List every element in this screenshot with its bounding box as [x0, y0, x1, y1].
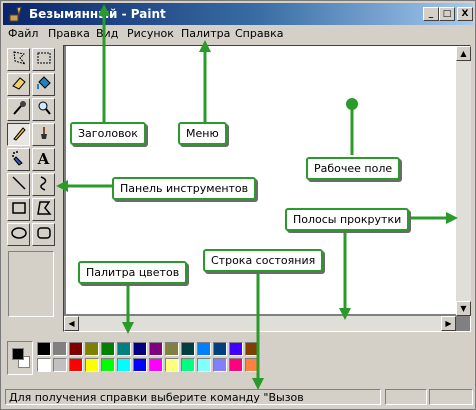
current-colors[interactable] [7, 341, 33, 375]
palette-swatch[interactable] [101, 342, 115, 356]
palette-swatch[interactable] [69, 358, 83, 372]
palette-swatch[interactable] [37, 342, 51, 356]
scroll-left-button[interactable]: ◀ [64, 316, 79, 331]
rectangle-icon [11, 202, 26, 214]
curve-tool[interactable] [32, 173, 55, 196]
ellipse-tool[interactable] [7, 223, 30, 246]
callout-statusbar: Строка состояния [203, 249, 324, 272]
foreground-color[interactable] [12, 348, 24, 360]
palette-swatch[interactable] [37, 358, 51, 372]
status-bar: Для получения справки выберите команду "… [3, 387, 473, 407]
ellipse-icon [10, 227, 27, 239]
palette-swatch[interactable] [85, 342, 99, 356]
polygon-tool[interactable] [32, 198, 55, 221]
palette-swatch[interactable] [245, 358, 259, 372]
palette-swatch[interactable] [117, 342, 131, 356]
rectangle-tool[interactable] [7, 198, 30, 221]
scroll-up-button[interactable]: ▲ [456, 46, 471, 61]
free-select-tool[interactable] [7, 48, 30, 71]
eraser-icon [11, 77, 26, 90]
close-button[interactable]: X [457, 7, 473, 21]
palette-swatch[interactable] [133, 358, 147, 372]
callout-toolbox: Панель инструментов [112, 177, 257, 200]
magnifier-icon [38, 101, 51, 115]
brush-icon [40, 127, 47, 139]
menu-edit[interactable]: Правка [48, 27, 90, 40]
rounded-rectangle-tool[interactable] [32, 223, 55, 246]
rounded-rectangle-icon [36, 227, 51, 239]
magnifier-tool[interactable] [32, 98, 55, 121]
status-coordinates [385, 389, 427, 405]
menu-help[interactable]: Справка [235, 27, 283, 40]
menu-palette[interactable]: Палитра [181, 27, 230, 40]
palette-swatch[interactable] [53, 358, 67, 372]
menu-view[interactable]: Вид [96, 27, 118, 40]
eraser-tool[interactable] [7, 73, 30, 96]
brush-tool[interactable] [32, 123, 55, 146]
palette-swatch[interactable] [229, 358, 243, 372]
palette-swatch[interactable] [85, 358, 99, 372]
menu-image[interactable]: Рисунок [127, 27, 174, 40]
window-title: Безымянный - Paint [29, 7, 166, 21]
airbrush-tool[interactable] [7, 148, 30, 171]
line-tool[interactable] [7, 173, 30, 196]
rect-select-icon [37, 52, 50, 64]
palette-swatch[interactable] [117, 358, 131, 372]
rect-select-tool[interactable] [32, 48, 55, 71]
paint-app-icon [9, 6, 22, 22]
palette-swatch[interactable] [213, 342, 227, 356]
tool-options-panel[interactable] [8, 251, 54, 317]
callout-workspace: Рабочее поле [306, 157, 401, 180]
fill-tool[interactable] [32, 73, 55, 96]
curve-icon [39, 176, 46, 191]
palette-swatch[interactable] [165, 358, 179, 372]
pencil-tool[interactable] [7, 123, 30, 146]
scroll-right-button[interactable]: ▶ [441, 316, 456, 331]
free-select-icon [12, 51, 26, 65]
status-text: Для получения справки выберите команду "… [5, 389, 381, 405]
color-picker-tool[interactable] [7, 98, 30, 121]
eyedropper-icon [12, 101, 26, 115]
airbrush-icon [11, 151, 23, 166]
callout-title: Заголовок [70, 122, 146, 145]
status-size [429, 389, 473, 405]
palette-swatch[interactable] [149, 358, 163, 372]
callout-scrollbars: Полосы прокрутки [285, 208, 410, 231]
palette-swatch[interactable] [133, 342, 147, 356]
text-tool[interactable]: A [32, 148, 55, 171]
scroll-down-button[interactable]: ▼ [456, 301, 471, 316]
palette-swatch[interactable] [213, 358, 227, 372]
minimize-button[interactable]: _ [423, 7, 439, 21]
palette-swatch[interactable] [197, 342, 211, 356]
palette-swatch[interactable] [229, 342, 243, 356]
menu-file[interactable]: Файл [8, 27, 38, 40]
palette-swatch[interactable] [69, 342, 83, 356]
menu-bar: Файл Правка Вид Рисунок Палитра Справка [3, 25, 473, 43]
line-icon [11, 176, 26, 190]
callout-menu: Меню [178, 122, 227, 145]
pencil-icon [12, 127, 26, 141]
maximize-button[interactable]: □ [439, 7, 455, 21]
palette-swatch[interactable] [165, 342, 179, 356]
paint-window: Безымянный - Paint _ □ X Файл Правка Вид… [0, 0, 476, 410]
color-palette [5, 341, 471, 383]
palette-swatch[interactable] [149, 342, 163, 356]
title-bar[interactable]: Безымянный - Paint _ □ X [3, 3, 473, 25]
polygon-icon [36, 201, 52, 215]
horizontal-scrollbar[interactable]: ◀ ▶ [64, 316, 456, 331]
callout-palette: Палитра цветов [78, 261, 188, 284]
vertical-scrollbar[interactable]: ▲ ▼ [456, 46, 471, 316]
palette-swatch[interactable] [53, 342, 67, 356]
palette-swatch[interactable] [181, 342, 195, 356]
palette-swatch[interactable] [181, 358, 195, 372]
palette-swatch[interactable] [101, 358, 115, 372]
fill-bucket-icon [36, 76, 51, 89]
palette-swatch[interactable] [245, 342, 259, 356]
palette-swatch[interactable] [197, 358, 211, 372]
